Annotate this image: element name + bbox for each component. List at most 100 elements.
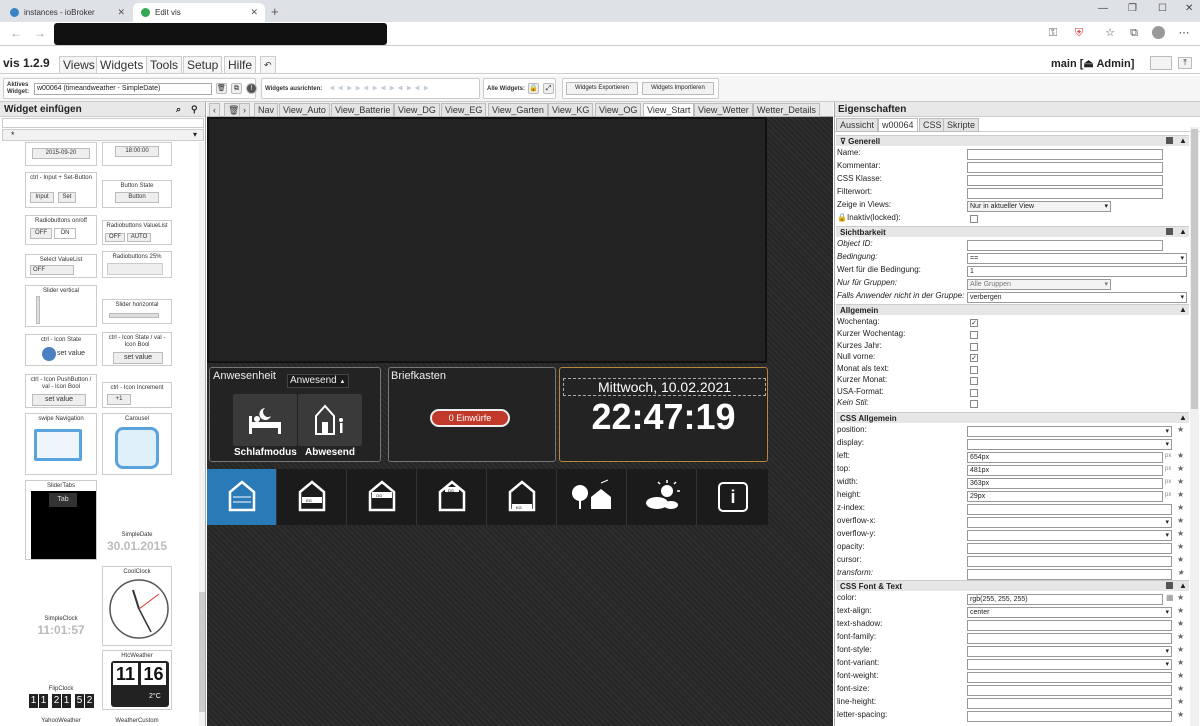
kurz-jahr-checkbox[interactable] (970, 343, 978, 351)
star-icon[interactable]: ★ (1177, 697, 1184, 706)
star-icon[interactable]: ★ (1177, 516, 1184, 525)
widget-slidertabs[interactable]: SliderTabs Tab (25, 480, 97, 560)
widget-input-date[interactable]: 2015-09-20 (25, 142, 97, 166)
cursor-input[interactable] (967, 556, 1172, 567)
profile-avatar[interactable] (1152, 26, 1165, 39)
tab-view-auto[interactable]: View_Auto (279, 103, 330, 117)
search-icon[interactable]: ⌕ (176, 104, 181, 115)
nav-kg-button[interactable]: KG (487, 469, 557, 525)
palette-scrollbar[interactable] (199, 142, 205, 726)
collapse-icon[interactable]: ▲ (1179, 581, 1187, 590)
nav-info-button[interactable]: i (697, 469, 767, 525)
key-icon[interactable]: ⚿ (1047, 27, 1059, 39)
star-icon[interactable]: ★ (1177, 464, 1184, 473)
widget-select-valuelist[interactable]: Select ValueList OFF (25, 254, 97, 278)
section-generell[interactable]: ⊽ Generell ▲ (836, 135, 1189, 146)
star-icon[interactable]: ★ (1177, 619, 1184, 628)
widget-swipe-navigation[interactable]: swipe Navigation (25, 413, 97, 475)
kurz-monat-checkbox[interactable] (970, 377, 978, 385)
tab-view-og[interactable]: View_OG (595, 103, 642, 117)
zindex-input[interactable] (967, 504, 1172, 515)
anwesend-select[interactable]: Anwesend ▲ (287, 374, 349, 388)
zeige-views-select[interactable]: Nur in aktueller View (967, 201, 1111, 212)
menu-widgets[interactable]: Widgets (96, 56, 148, 73)
briefkasten-counter-button[interactable]: 0 Einwürfe (430, 409, 510, 427)
font-size-input[interactable] (967, 685, 1172, 696)
new-tab-button[interactable]: + (271, 4, 279, 19)
widget-htcweather[interactable]: HtcWeather 11 16 2°C (102, 650, 172, 710)
tab-nav[interactable]: Nav (254, 103, 279, 117)
menu-hilfe[interactable]: Hilfe (224, 56, 257, 73)
height-input[interactable]: 29px (967, 491, 1163, 502)
nav-dg-button[interactable]: DG (417, 469, 487, 525)
menu-tools[interactable]: Tools (146, 56, 183, 73)
nav-home-button[interactable] (207, 469, 277, 525)
falls-select[interactable]: verbergen (967, 292, 1187, 303)
font-weight-input[interactable] (967, 672, 1172, 683)
section-checkbox[interactable] (1166, 582, 1173, 589)
wert-input[interactable]: 1 (967, 266, 1187, 277)
date-widget[interactable]: Mittwoch, 10.02.2021 (563, 378, 766, 396)
section-css-font[interactable]: CSS Font & Text ▲ (836, 580, 1189, 591)
tab-view-kg[interactable]: View_KG (548, 103, 594, 117)
line-height-input[interactable] (967, 698, 1172, 709)
collapse-icon[interactable]: ⤒ (1178, 57, 1192, 69)
window-close-icon[interactable]: ✕ (1185, 3, 1193, 14)
widget-icon-increment[interactable]: ctrl - Icon Increment +1 (102, 382, 172, 408)
forward-icon[interactable]: → (34, 26, 46, 40)
null-vorne-checkbox[interactable]: ✓ (970, 354, 978, 362)
logout-icon[interactable]: ⏏ (1083, 58, 1093, 70)
section-checkbox[interactable] (1166, 228, 1173, 235)
tab-wetter-details[interactable]: Wetter_Details (753, 103, 820, 117)
widget-icon-state[interactable]: ctrl - Icon State set value (25, 334, 97, 366)
widget-carousel[interactable]: Carousel (102, 413, 172, 475)
collapse-icon[interactable]: ▲ (1179, 413, 1187, 422)
kein-stil-checkbox[interactable] (970, 400, 978, 408)
section-sichtbarkeit[interactable]: Sichtbarkeit ▲ (836, 226, 1189, 237)
letter-spacing-input[interactable] (967, 711, 1172, 722)
left-input[interactable]: 654px (967, 452, 1163, 463)
maximize-icon[interactable]: ☐ (1158, 3, 1167, 14)
minimize-icon[interactable]: — (1098, 3, 1108, 14)
properties-scrollbar[interactable] (1190, 127, 1199, 726)
url-field[interactable] (54, 23, 387, 45)
export-widgets-button[interactable]: Widgets Exportieren (566, 82, 638, 95)
monat-text-checkbox[interactable] (970, 366, 978, 374)
back-icon[interactable]: ← (10, 26, 22, 40)
usa-checkbox[interactable] (970, 389, 978, 397)
filterwort-input[interactable] (967, 188, 1163, 199)
collapse-icon[interactable]: ▲ (1179, 136, 1187, 145)
text-align-select[interactable]: center (967, 607, 1172, 618)
filter-input[interactable] (2, 118, 204, 128)
star-icon[interactable]: ★ (1177, 671, 1184, 680)
gruppen-select[interactable]: Alle Gruppen (967, 279, 1111, 290)
browser-tab-edit-vis[interactable]: Edit vis ✕ (133, 3, 265, 22)
next-view-button[interactable]: › (239, 103, 250, 117)
tab-view-start[interactable]: View_Start (643, 103, 695, 117)
star-icon[interactable]: ★ (1177, 606, 1184, 615)
widget-radio-25[interactable]: Radiobuttons 25% (102, 251, 172, 278)
font-family-input[interactable] (967, 633, 1172, 644)
name-input[interactable] (967, 149, 1163, 160)
view-canvas[interactable]: Anwesenheit Anwesend ▲ Schlafmodus Abwes… (207, 117, 833, 726)
collapse-icon[interactable]: ▲ (1179, 305, 1187, 314)
widget-set-select[interactable]: * ▾ (2, 129, 204, 141)
star-icon[interactable]: ★ (1177, 425, 1184, 434)
user-dropdown[interactable] (1150, 56, 1172, 70)
widget-slider-horizontal[interactable]: Slider horizontal (102, 299, 172, 324)
tab-widget-id[interactable]: w00064 (878, 118, 918, 132)
widget-input-time[interactable]: 18:00:00 (102, 142, 172, 166)
star-icon[interactable]: ★ (1177, 542, 1184, 551)
widget-radio-valuelist[interactable]: Radiobuttons ValueList OFF AUTO (102, 220, 172, 245)
tab-view-wetter[interactable]: View_Wetter (694, 103, 753, 117)
font-style-select[interactable] (967, 646, 1172, 657)
menu-setup[interactable]: Setup (183, 56, 223, 73)
more-icon[interactable]: ⋯ (1178, 27, 1190, 39)
datetime-panel[interactable]: Mittwoch, 10.02.2021 22:47:19 (559, 367, 768, 462)
star-icon[interactable]: ★ (1177, 645, 1184, 654)
star-icon[interactable]: ★ (1177, 710, 1184, 719)
tab-view-eg[interactable]: View_EG (441, 103, 487, 117)
font-variant-select[interactable] (967, 659, 1172, 670)
widget-weathercustom[interactable]: WeatherCustom (102, 716, 172, 726)
widget-yahooweather[interactable]: YahooWeather (25, 716, 97, 726)
